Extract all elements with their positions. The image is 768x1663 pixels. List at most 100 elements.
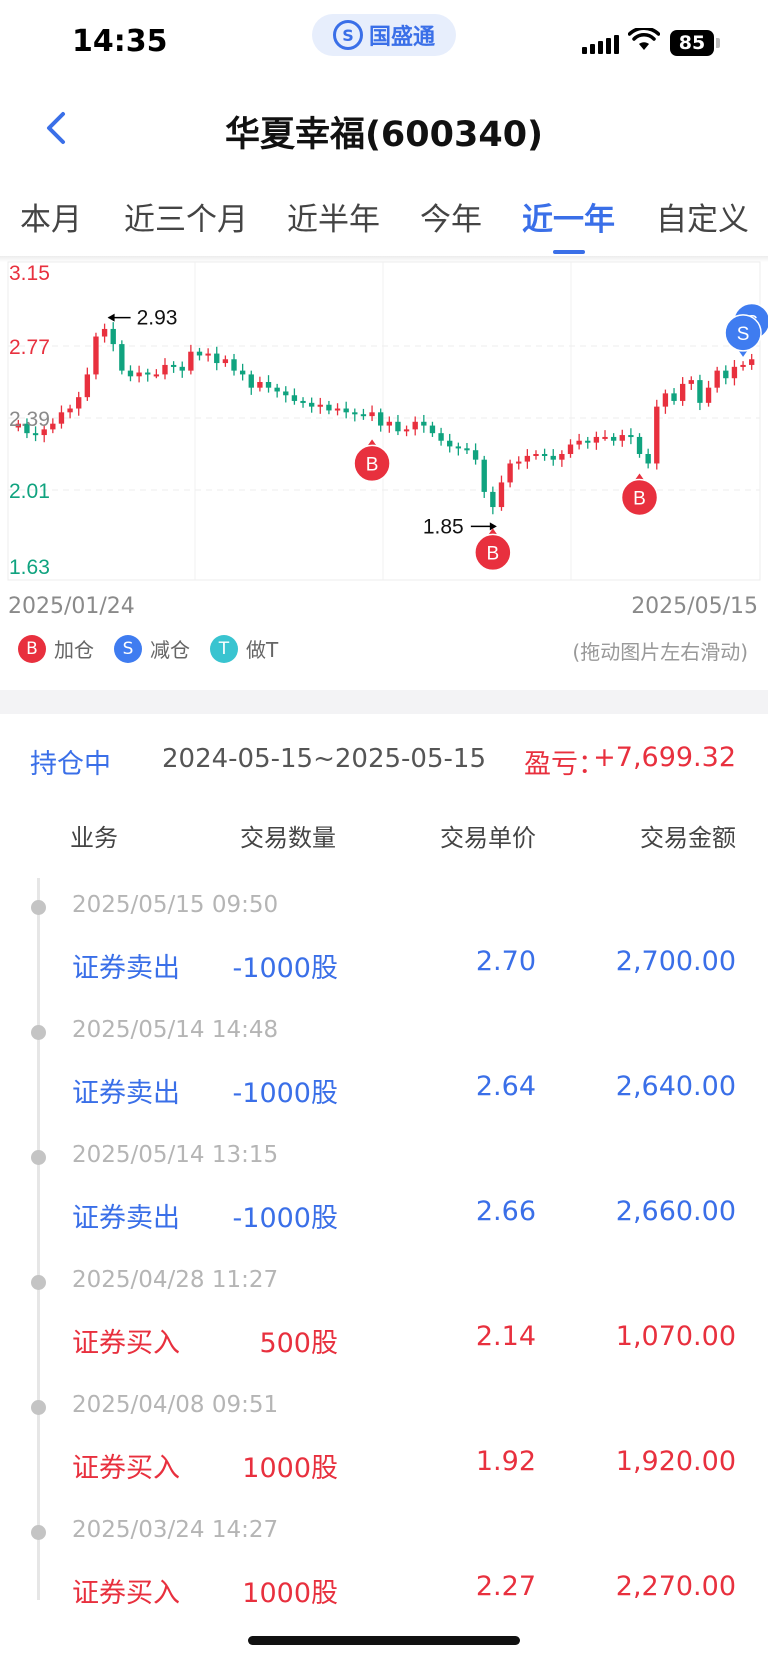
transaction-row[interactable]: 2025/03/24 14:27 证券买入 1000股 2.27 2,270.0… [0,1509,768,1634]
tab-this-month[interactable]: 本月 [20,194,82,239]
marker-letter: B [633,488,646,509]
home-indicator[interactable] [248,1636,520,1645]
candle-body [429,425,436,434]
transaction-row[interactable]: 2025/04/28 11:27 证券买入 500股 2.14 1,070.00 [0,1259,768,1384]
transaction-row[interactable]: 2025/04/08 09:51 证券买入 1000股 1.92 1,920.0… [0,1384,768,1509]
candle-body [300,400,306,403]
tab-custom[interactable]: 自定义 [656,194,749,239]
legend-label-add: 加仓 [54,638,94,662]
nav-header: 华夏幸福(600340) [0,86,768,172]
t-marker-icon: T [210,634,238,663]
transaction-row[interactable]: 2025/05/14 13:15 证券卖出 -1000股 2.66 2,660.… [0,1134,768,1259]
timeline-dot [31,1150,46,1165]
candle-body [438,433,444,441]
candle-body [101,328,108,337]
transaction-price: 2.64 [475,1071,536,1102]
candle-body [386,421,392,426]
section-divider [0,690,768,714]
chart-end-date: 2025/05/15 [631,594,758,619]
tab-this-year[interactable]: 今年 [420,194,482,239]
marker-letter: S [737,324,750,345]
y-axis-label: 3.15 [9,262,50,285]
candle-body [369,412,375,417]
transaction-price: 2.66 [475,1196,536,1227]
candle-body [688,380,694,384]
app-badge[interactable]: S 国盛通 [312,14,456,56]
transaction-price: 1.92 [475,1446,536,1477]
transaction-amount: 2,700.00 [615,946,736,977]
candle-body [84,374,91,398]
candle-body [239,370,246,375]
candle-body [697,380,703,403]
candle-body [274,387,280,392]
candle-body [740,364,746,367]
candle-body [145,372,151,375]
transaction-business: 证券卖出 [72,1078,180,1109]
transaction-time: 2025/04/08 09:51 [72,1392,279,1418]
transaction-quantity: -1000股 [232,1203,338,1234]
candle-body [378,412,384,426]
transaction-price: 2.14 [475,1321,536,1352]
high-price-label: 2.93 [137,307,178,330]
candle-body [567,444,574,454]
kline-svg[interactable]: 3.152.772.392.011.63 2.931.85BBBSS [0,258,768,588]
candle-body [222,359,229,364]
candle-body [127,370,134,377]
candle-body [110,328,116,345]
candle-body [93,336,99,375]
candle-body [455,446,462,449]
transaction-row[interactable]: 2025/05/14 14:48 证券卖出 -1000股 2.64 2,640.… [0,1009,768,1134]
cellular-signal-icon [582,34,619,54]
candle-body [50,423,56,430]
candle-body [705,387,712,403]
candle-body [343,408,349,413]
transaction-time: 2025/05/14 14:48 [72,1017,279,1043]
legend-item-reduce: S 减仓 [114,634,190,663]
candle-body [248,374,254,388]
candle-body [205,353,211,356]
legend-item-t: T 做T [210,634,278,663]
candle-body [360,414,367,417]
candle-body [749,359,755,365]
candle-body [395,421,401,432]
chart-legend: B 加仓 S 减仓 T 做T [18,634,278,663]
timeline-dot [31,1025,46,1040]
table-header: 业务 交易数量 交易单价 交易金额 [0,818,768,858]
transaction-business: 证券买入 [72,1578,180,1609]
candle-body [403,429,410,432]
candle-body [593,436,600,443]
period-tabs: 本月 近三个月 近半年 今年 近一年 自定义 [0,186,768,256]
candle-body [334,408,341,411]
candle-body [291,395,298,401]
candle-body [541,454,548,456]
candle-body [602,436,608,439]
tab-half-year[interactable]: 近半年 [287,194,380,239]
candle-body [576,440,582,445]
transaction-amount: 2,660.00 [615,1196,736,1227]
candle-body [619,435,625,441]
candle-body [153,374,160,377]
candle-body [490,491,496,508]
y-axis-label: 2.77 [9,336,50,359]
transaction-amount: 2,640.00 [615,1071,736,1102]
kline-chart[interactable]: 3.152.772.392.011.63 2.931.85BBBSS [0,258,768,588]
y-axis-label: 2.01 [9,480,50,503]
tab-three-months[interactable]: 近三个月 [124,194,248,239]
profit-loss-value: +7,699.32 [593,742,736,773]
timeline-dot [31,1275,46,1290]
transaction-time: 2025/04/28 11:27 [72,1267,279,1293]
transaction-price: 2.27 [475,1571,536,1602]
timeline-dot [31,1525,46,1540]
candle-body [326,404,332,411]
marker-letter: B [487,543,500,564]
timeline-dot [31,900,46,915]
candle-body [136,372,142,377]
candle-body [679,383,686,401]
header-business: 业务 [70,824,118,852]
timeline-dot [31,1400,46,1415]
candle-body [170,364,177,367]
transaction-row[interactable]: 2025/05/15 09:50 证券卖出 -1000股 2.70 2,700.… [0,884,768,1009]
y-axis-label: 1.63 [9,556,50,579]
tab-one-year[interactable]: 近一年 [522,194,615,239]
candle-body [714,370,720,388]
